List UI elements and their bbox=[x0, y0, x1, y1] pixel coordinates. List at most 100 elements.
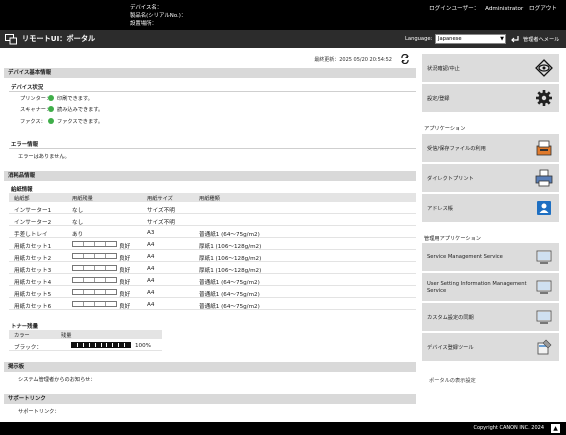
paper-info-heading: 給紙情報 bbox=[11, 187, 33, 193]
service-management-label: Service Management Service bbox=[427, 254, 503, 260]
bulletin-section-header: 掲示板 bbox=[4, 362, 416, 372]
divider bbox=[9, 148, 416, 149]
received-files-button[interactable]: 受信/保存ファイルの利用 bbox=[422, 134, 559, 162]
status-monitor-button[interactable]: 状況確認/中止 bbox=[422, 54, 559, 82]
address-book-label: アドレス帳 bbox=[427, 206, 453, 212]
paper-level-bar bbox=[72, 253, 117, 259]
monitor-icon bbox=[536, 250, 552, 264]
col-type: 用紙種類 bbox=[199, 196, 220, 202]
scanner-status: 読み込みできます。 bbox=[48, 106, 103, 113]
paper-row: 用紙カセット6 良好 A4 普通紙1 (64〜75g/m2) bbox=[9, 299, 416, 310]
paper-size: A4 bbox=[147, 254, 155, 260]
paper-source: 用紙カセット2 bbox=[14, 256, 52, 262]
last-updated: 最終更新：2025 05/20 20:54:52 bbox=[314, 57, 392, 63]
paper-size: A4 bbox=[147, 302, 155, 308]
col-source: 給紙部 bbox=[14, 196, 30, 202]
status-ok-icon bbox=[48, 118, 54, 124]
custom-settings-sync-button[interactable]: カスタム設定の同期 bbox=[422, 303, 559, 331]
language-select[interactable]: Japanese ▼ bbox=[435, 34, 506, 44]
col-level: 残量 bbox=[61, 333, 72, 339]
paper-remaining: 良好 bbox=[119, 292, 131, 298]
paper-level-bar bbox=[72, 277, 117, 283]
paper-source: インサーター2 bbox=[14, 220, 52, 226]
paper-row: 用紙カセット2 良好 A4 厚紙1 (106〜128g/m2) bbox=[9, 251, 416, 262]
login-info: ログインユーザー： Administrator ログアウト bbox=[425, 4, 557, 12]
paper-source: 手差しトレイ bbox=[14, 232, 48, 238]
paper-size: サイズ不明 bbox=[147, 220, 175, 226]
printer-label: プリンター： bbox=[20, 96, 52, 102]
copyright: Copyright CANON INC. 2024 bbox=[473, 425, 544, 431]
chevron-down-icon: ▼ bbox=[500, 36, 504, 42]
paper-type: 厚紙1 (106〜128g/m2) bbox=[199, 244, 262, 250]
address-book-button[interactable]: アドレス帳 bbox=[422, 194, 559, 222]
toner-table-header: カラー 残量 bbox=[9, 330, 162, 339]
paper-size: A3 bbox=[147, 230, 155, 236]
paper-source: インサーター1 bbox=[14, 208, 52, 214]
paper-row: 用紙カセット3 良好 A4 厚紙1 (106〜128g/m2) bbox=[9, 263, 416, 274]
page-title: リモートUI：ポータル bbox=[22, 34, 96, 43]
device-basic-section-header: デバイス基本情報 bbox=[4, 68, 416, 78]
paper-remaining: あり bbox=[72, 232, 84, 238]
paper-size: A4 bbox=[147, 290, 155, 296]
bulletin-text: システム管理者からのお知らせ： bbox=[18, 377, 96, 383]
top-bar: デバイス名： 製品名(シリアルNo.)： 設置場所： ログインユーザー： Adm… bbox=[0, 0, 566, 30]
direct-print-label: ダイレクトプリント bbox=[427, 176, 474, 182]
fax-label: ファクス： bbox=[20, 119, 46, 125]
printer-status-text: 印刷できます。 bbox=[57, 96, 93, 102]
scroll-top-icon[interactable]: ▲ bbox=[551, 424, 560, 433]
status-ok-icon bbox=[48, 106, 54, 112]
paper-row: 用紙カセット5 良好 A4 普通紙1 (64〜75g/m2) bbox=[9, 287, 416, 298]
gear-icon bbox=[536, 90, 552, 106]
user-setting-info-button[interactable]: User Setting Information Management Serv… bbox=[422, 273, 559, 301]
status-monitor-label: 状況確認/中止 bbox=[427, 66, 460, 72]
portal-display-settings-link[interactable]: ポータルの表示設定 bbox=[429, 377, 476, 384]
mail-admin-link[interactable]: 管理者へメール bbox=[523, 36, 559, 43]
logout-link[interactable]: ログアウト bbox=[529, 6, 557, 12]
error-info-heading: エラー情報 bbox=[11, 142, 38, 148]
paper-remaining: なし bbox=[72, 220, 84, 226]
paper-remaining: 良好 bbox=[119, 280, 131, 286]
col-color: カラー bbox=[14, 333, 30, 339]
paper-level-bar bbox=[72, 289, 117, 295]
settings-button[interactable]: 設定/登録 bbox=[422, 84, 559, 112]
paper-row: 手差しトレイ あり A3 普通紙1 (64〜75g/m2) bbox=[9, 227, 416, 238]
monitor-icon bbox=[536, 280, 552, 294]
col-remaining: 用紙残量 bbox=[72, 196, 93, 202]
paper-type: 普通紙1 (64〜75g/m2) bbox=[199, 232, 260, 238]
custom-settings-sync-label: カスタム設定の同期 bbox=[427, 315, 474, 321]
support-section-header: サポートリンク bbox=[4, 394, 416, 404]
toner-level-text: 100% bbox=[135, 343, 151, 349]
management-apps-heading: 管理用アプリケーション bbox=[424, 236, 481, 242]
received-files-label: 受信/保存ファイルの利用 bbox=[427, 146, 486, 152]
paper-size: A4 bbox=[147, 266, 155, 272]
paper-type: 厚紙1 (106〜128g/m2) bbox=[199, 268, 262, 274]
monitor-icon bbox=[536, 310, 552, 324]
status-ok-icon bbox=[48, 95, 54, 101]
device-registration-tool-label: デバイス登録ツール bbox=[427, 345, 474, 351]
main-content: 最終更新：2025 05/20 20:54:52 デバイス基本情報 デバイス状況… bbox=[0, 48, 416, 422]
fax-status-text: ファクスできます。 bbox=[57, 119, 104, 125]
paper-source: 用紙カセット4 bbox=[14, 280, 52, 286]
device-name-label: デバイス名： bbox=[130, 5, 163, 11]
paper-source: 用紙カセット6 bbox=[14, 304, 52, 310]
paper-level-bar bbox=[72, 241, 117, 247]
printer-icon bbox=[535, 169, 553, 187]
user-setting-info-label: User Setting Information Management Serv… bbox=[427, 281, 527, 294]
sidebar: 状況確認/中止 設定/登録 アプリケーション 受信/保存ファイルの利用 ダイレク… bbox=[416, 48, 566, 422]
paper-row: 用紙カセット1 良好 A4 厚紙1 (106〜128g/m2) bbox=[9, 239, 416, 250]
paper-type: 厚紙1 (106〜128g/m2) bbox=[199, 256, 262, 262]
return-arrow-icon[interactable] bbox=[510, 34, 520, 44]
paper-level-bar bbox=[72, 301, 117, 307]
paper-type: 普通紙1 (64〜75g/m2) bbox=[199, 280, 260, 286]
direct-print-button[interactable]: ダイレクトプリント bbox=[422, 164, 559, 192]
device-status-heading: デバイス状況 bbox=[11, 85, 44, 91]
service-management-button[interactable]: Service Management Service bbox=[422, 243, 559, 271]
paper-source: 用紙カセット3 bbox=[14, 268, 52, 274]
fax-status: ファクスできます。 bbox=[48, 118, 103, 125]
paper-remaining: 良好 bbox=[119, 244, 131, 250]
paper-row: インサーター2 なし サイズ不明 bbox=[9, 215, 416, 226]
language-label: Language: bbox=[405, 36, 433, 42]
device-registration-tool-button[interactable]: デバイス登録ツール bbox=[422, 333, 559, 361]
language-selected-value: Japanese bbox=[438, 36, 462, 42]
refresh-icon[interactable] bbox=[400, 54, 410, 64]
